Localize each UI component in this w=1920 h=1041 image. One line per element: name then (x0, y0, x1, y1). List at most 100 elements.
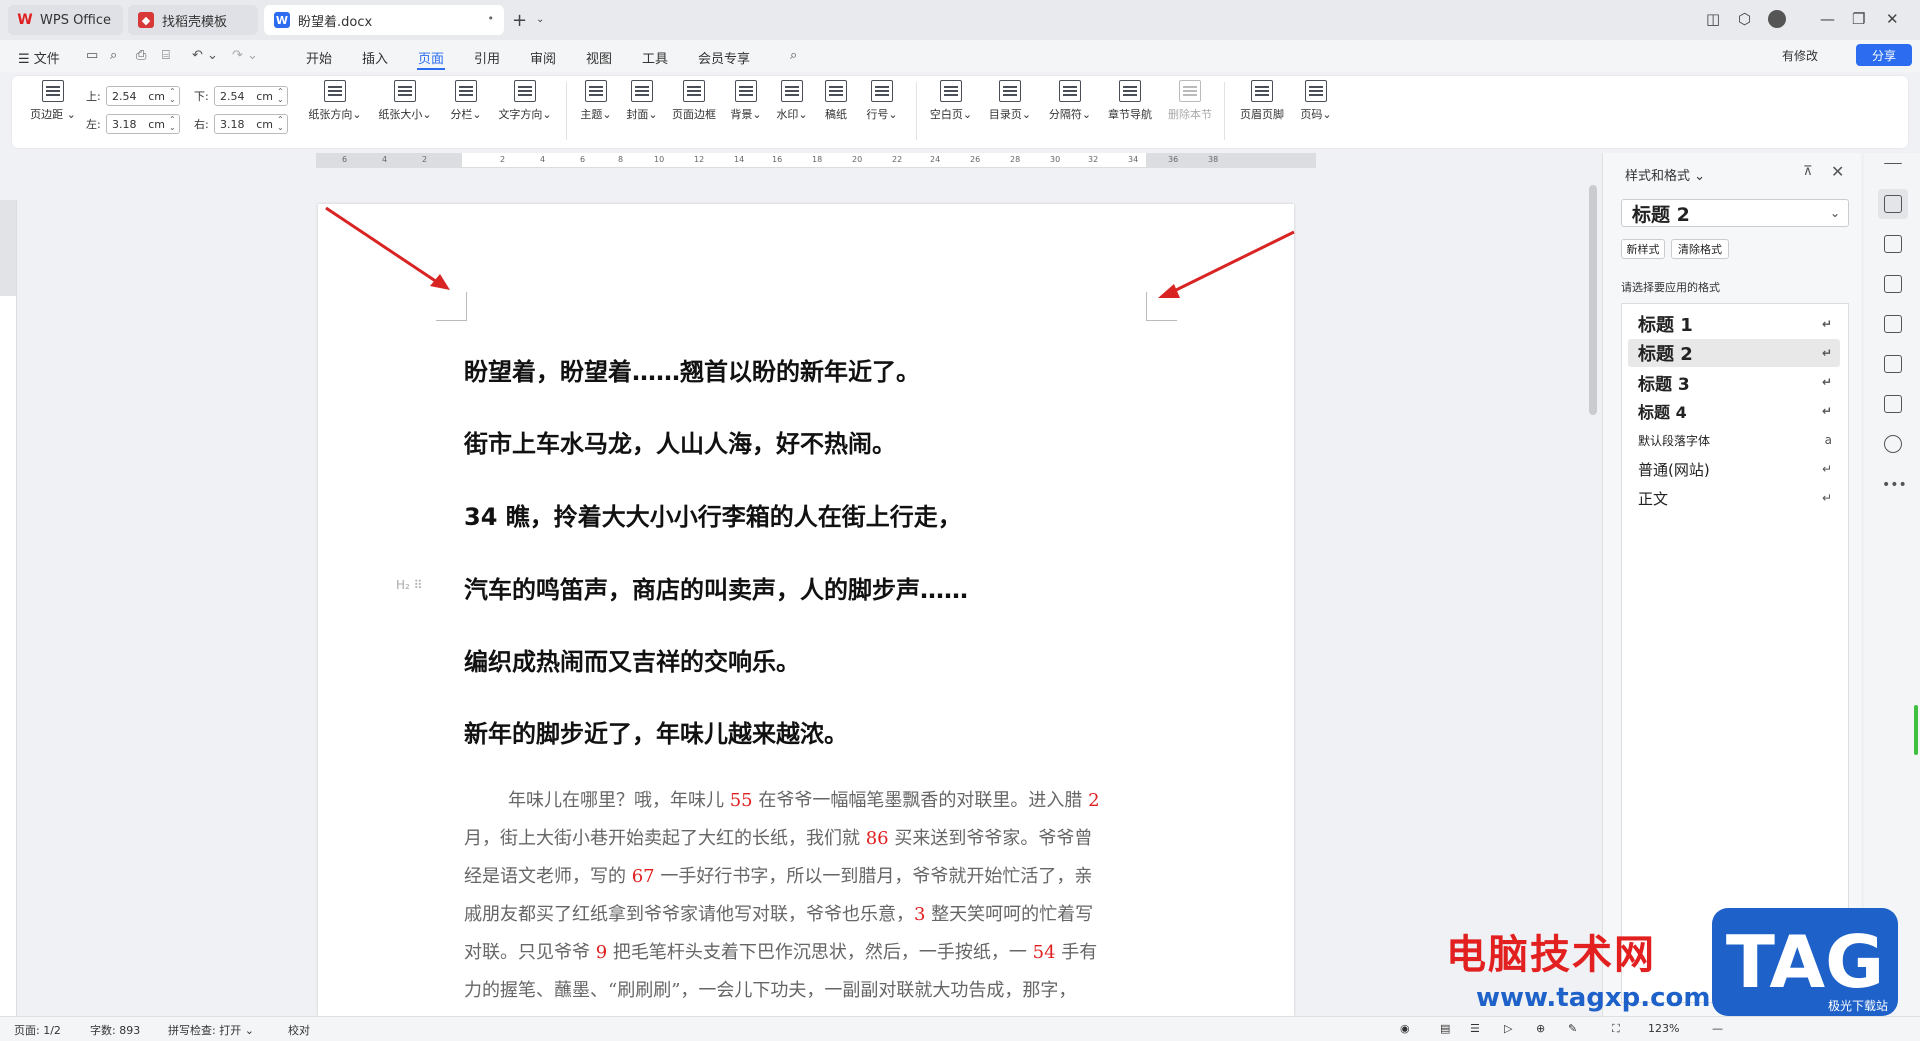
theme-button[interactable]: 主题⌄ (576, 80, 616, 122)
outline-icon[interactable]: ☰ (1470, 1022, 1480, 1035)
print-icon[interactable]: ⎙ (136, 48, 146, 63)
page-number-button[interactable]: 页码⌄ (1296, 80, 1336, 122)
manuscript-button[interactable]: 稿纸 (818, 80, 854, 122)
heading-line[interactable]: 34 瞧，拎着大大小小行李箱的人在街上行走， (464, 497, 962, 532)
restore-icon[interactable]: ❐ (1852, 10, 1865, 28)
web-icon[interactable]: ⊕ (1536, 1022, 1545, 1035)
margin-bottom-field[interactable]: 下: 2.54 cm (194, 86, 288, 106)
find-icon[interactable]: ⌕ (110, 48, 117, 63)
heading-line[interactable]: 新年的脚步近了，年味儿越来越浓。 (464, 714, 848, 749)
tools-icon[interactable] (1884, 355, 1902, 373)
horizontal-ruler[interactable]: 6 4 2 2 4 6 8 10 12 14 16 18 20 22 24 26… (316, 153, 1316, 168)
fit-icon[interactable]: ⛶ (1612, 1022, 1620, 1036)
share-button[interactable]: 分享 (1856, 44, 1912, 66)
edit-style-icon[interactable] (1884, 195, 1902, 213)
document-page[interactable]: H₂ ⠿ 盼望着，盼望着……翘首以盼的新年近了。 街市上车水马龙，人山人海，好不… (318, 204, 1294, 1016)
zoom-level[interactable]: 123% (1648, 1022, 1679, 1035)
heading-line[interactable]: 编织成热闹而又吉祥的交响乐。 (464, 642, 800, 677)
menu-page[interactable]: 页面 (418, 48, 444, 67)
page-view-icon[interactable]: ▤ (1440, 1022, 1450, 1035)
heading-line[interactable]: 街市上车水马龙，人山人海，好不热闹。 (464, 424, 896, 459)
style-item-heading2[interactable]: 标题 2 ↵ (1628, 339, 1840, 367)
cover-button[interactable]: 封面⌄ (622, 80, 662, 122)
new-tab-button[interactable]: + (512, 10, 527, 31)
margin-top-field[interactable]: 上: 2.54 cm (86, 86, 180, 106)
adjust-icon[interactable] (1884, 275, 1902, 293)
body-line[interactable]: 年味儿在哪里？哦，年味儿 55 在爷爷一幅幅笔墨飘香的对联里。进入腊 2 (464, 786, 1154, 812)
menu-start[interactable]: 开始 (306, 48, 332, 67)
toc-page-button[interactable]: 目录页⌄ (984, 80, 1036, 122)
vertical-scrollbar[interactable] (1589, 185, 1597, 415)
style-item-body[interactable]: 正文 ↵ (1628, 484, 1840, 512)
page-count[interactable]: 页面: 1/2 (14, 1022, 61, 1038)
help-icon[interactable] (1884, 435, 1902, 453)
undo-icon[interactable]: ↶ ⌄ (192, 48, 218, 63)
menu-view[interactable]: 视图 (586, 48, 612, 67)
save-icon[interactable]: ▭ (86, 48, 98, 63)
tab-template[interactable]: ◆ 找稻壳模板 (128, 5, 258, 35)
word-count[interactable]: 字数: 893 (90, 1022, 140, 1038)
file-menu[interactable]: ☰ 文件 (18, 48, 60, 67)
proofread[interactable]: 校对 (288, 1022, 310, 1038)
line-number-button[interactable]: 行号⌄ (862, 80, 902, 122)
more-icon[interactable]: ••• (1882, 477, 1907, 493)
text-direction-button[interactable]: 文字方向⌄ (494, 80, 556, 122)
body-line[interactable]: 对联。只见爷爷 9 把毛笔杆头支着下巴作沉思状，然后，一手按纸，一 54 手有 (464, 938, 1154, 964)
panel-close-icon[interactable]: ✕ (1831, 162, 1844, 181)
background-button[interactable]: 背景⌄ (726, 80, 766, 122)
menu-review[interactable]: 审阅 (530, 48, 556, 67)
redo-icon[interactable]: ↷ ⌄ (232, 48, 258, 63)
tab-wps-office[interactable]: W WPS Office (8, 5, 123, 35)
style-item-normal-web[interactable]: 普通(网站) ↵ (1628, 455, 1840, 483)
style-item-heading3[interactable]: 标题 3 ↵ (1628, 368, 1840, 396)
heading-line[interactable]: 盼望着，盼望着……翘首以盼的新年近了。 (464, 352, 920, 387)
paper-size-button[interactable]: 纸张大小⌄ (374, 80, 436, 122)
layout-icon[interactable]: ◫ (1706, 10, 1720, 28)
cube-icon[interactable]: ⬡ (1738, 10, 1751, 28)
print-preview-icon[interactable]: ⌸ (162, 48, 170, 63)
body-line[interactable]: 戚朋友都买了红纸拿到爷爷家请他写对联，爷爷也乐意，3 整天笑呵呵的忙着写 (464, 900, 1154, 926)
section-nav-button[interactable]: 章节导航 (1104, 80, 1156, 122)
header-footer-button[interactable]: 页眉页脚 (1234, 80, 1290, 122)
tab-document[interactable]: W 盼望着.docx • (264, 5, 504, 35)
blank-page-button[interactable]: 空白页⌄ (926, 80, 976, 122)
delete-section-button[interactable]: 删除本节 (1164, 80, 1216, 122)
changes-indicator[interactable]: 有修改 (1782, 47, 1818, 64)
page-margin-button[interactable]: 页边距 ⌄ (28, 80, 78, 122)
margin-left-field[interactable]: 左: 3.18 cm (86, 114, 180, 134)
ai-doc-icon[interactable] (1884, 315, 1902, 333)
body-line[interactable]: 力的握笔、蘸墨、“刷刷刷”，一会儿下功夫，一副副对联就大功告成，那字， (464, 976, 1154, 1002)
pen-icon[interactable]: ✎ (1568, 1022, 1577, 1035)
spell-check[interactable]: 拼写检查: 打开 ⌄ (168, 1022, 254, 1038)
style-item-heading1[interactable]: 标题 1 ↵ (1628, 310, 1840, 338)
current-style-select[interactable]: 标题 2 ⌄ (1621, 199, 1849, 227)
style-item-default-font[interactable]: 默认段落字体 a (1628, 426, 1840, 454)
tab-close-icon[interactable]: • (488, 12, 495, 25)
heading-line[interactable]: 汽车的鸣笛声，商店的叫卖声，人的脚步声…… (464, 570, 968, 605)
paper-orientation-button[interactable]: 纸张方向⌄ (304, 80, 366, 122)
menu-member[interactable]: 会员专享 (698, 48, 750, 67)
body-line[interactable]: 经是语文老师，写的 67 一手好行书字，所以一到腊月，爷爷就开始忙活了，亲 (464, 862, 1154, 888)
heading-marker-icon[interactable]: H₂ ⠿ (396, 578, 422, 592)
minimize-icon[interactable]: — (1820, 10, 1835, 28)
menu-insert[interactable]: 插入 (362, 48, 388, 67)
eye-icon[interactable]: ◉ (1400, 1022, 1410, 1035)
margin-right-field[interactable]: 右: 3.18 cm (194, 114, 288, 134)
page-border-button[interactable]: 页面边框 (668, 80, 720, 122)
body-line[interactable]: 月，街上大街小巷开始卖起了大红的长纸，我们就 86 买来送到爷爷家。爷爷曾 (464, 824, 1154, 850)
tab-list-chevron-icon[interactable]: ⌄ (536, 14, 544, 25)
select-icon[interactable] (1884, 235, 1902, 253)
style-item-heading4[interactable]: 标题 4 ↵ (1628, 397, 1840, 425)
collapse-icon[interactable] (1884, 163, 1902, 165)
close-icon[interactable]: ✕ (1886, 10, 1899, 28)
menu-tools[interactable]: 工具 (642, 48, 668, 67)
columns-button[interactable]: 分栏⌄ (444, 80, 488, 122)
panel-title[interactable]: 样式和格式 ⌄ (1625, 165, 1705, 184)
clear-format-button[interactable]: 清除格式 (1671, 239, 1729, 259)
search-icon[interactable]: ⌕ (790, 48, 797, 63)
zoom-out-button[interactable]: — (1712, 1022, 1723, 1035)
separator-button[interactable]: 分隔符⌄ (1044, 80, 1096, 122)
watermark-button[interactable]: 水印⌄ (772, 80, 812, 122)
vertical-ruler[interactable] (0, 200, 17, 1016)
avatar[interactable] (1768, 10, 1786, 28)
